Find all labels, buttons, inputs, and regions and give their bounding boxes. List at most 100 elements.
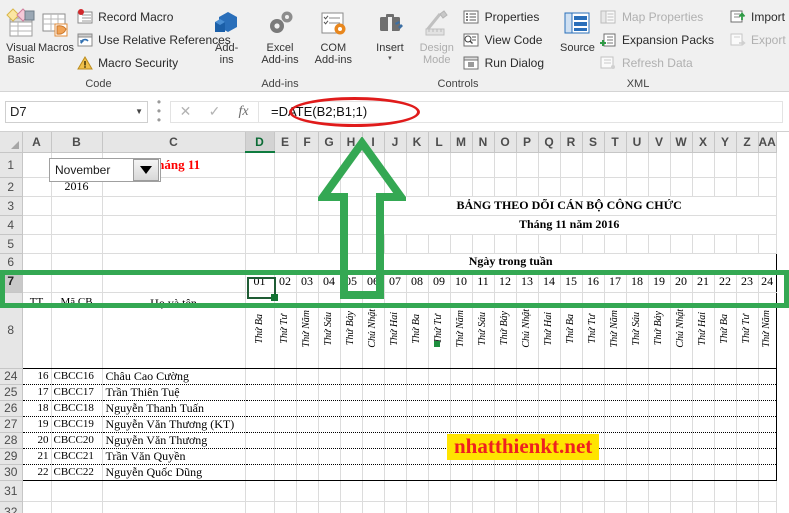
cell-O32[interactable]	[494, 501, 517, 513]
cell-B31[interactable]	[51, 480, 103, 502]
cell-S27[interactable]	[582, 416, 605, 433]
cell-F8[interactable]: Thứ Năm	[295, 292, 319, 369]
cell-V29[interactable]	[648, 448, 671, 465]
cell-I7[interactable]: 06	[361, 270, 385, 293]
cell-R32[interactable]	[560, 501, 583, 513]
cell-M8[interactable]: Thứ Năm	[449, 292, 473, 369]
cell-Y27[interactable]	[714, 416, 737, 433]
cell-F5[interactable]	[296, 234, 319, 254]
cell-S7[interactable]: 16	[581, 270, 605, 293]
row-header-26[interactable]: 26	[0, 400, 23, 417]
column-header-V[interactable]: V	[648, 132, 671, 153]
cell-B25-ma[interactable]: CBCC17	[50, 384, 103, 401]
cell-Q7[interactable]: 14	[537, 270, 561, 293]
row-header-1[interactable]: 1	[0, 152, 23, 178]
cell-W26[interactable]	[670, 400, 693, 417]
cell-T26[interactable]	[604, 400, 627, 417]
cell-M31[interactable]	[450, 480, 473, 502]
cell-Y5[interactable]	[714, 234, 737, 254]
cell-Q2[interactable]	[538, 177, 561, 197]
cell-O27[interactable]	[494, 416, 517, 433]
cell-R5[interactable]	[560, 234, 583, 254]
cell-E4[interactable]	[274, 215, 297, 235]
cell-A31[interactable]	[22, 480, 52, 502]
cell-N31[interactable]	[472, 480, 495, 502]
cell-P5[interactable]	[516, 234, 539, 254]
cell-AA8[interactable]: Thứ Năm	[757, 292, 777, 369]
cell-K8[interactable]: Thứ Ba	[405, 292, 429, 369]
cell-J8[interactable]: Thứ Hai	[383, 292, 407, 369]
cell-L1[interactable]	[428, 152, 451, 178]
cell-R1[interactable]	[560, 152, 583, 178]
cell-V31[interactable]	[648, 480, 671, 502]
cell-G31[interactable]	[318, 480, 341, 502]
cell-S26[interactable]	[582, 400, 605, 417]
column-header-R[interactable]: R	[560, 132, 583, 153]
cell-A25-tt[interactable]: 17	[21, 384, 52, 401]
column-header-Z[interactable]: Z	[736, 132, 759, 153]
cell-AA27[interactable]	[758, 416, 777, 433]
column-header-T[interactable]: T	[604, 132, 627, 153]
cell-U32[interactable]	[626, 501, 649, 513]
refresh-data-button[interactable]: Refresh Data	[598, 51, 719, 74]
column-header-K[interactable]: K	[406, 132, 429, 153]
column-header-P[interactable]: P	[516, 132, 539, 153]
cell-Y7[interactable]: 22	[713, 270, 737, 293]
cell-B30-ma[interactable]: CBCC22	[50, 464, 103, 481]
cell-AA1[interactable]	[758, 152, 777, 178]
row-header-24[interactable]: 24	[0, 368, 23, 385]
cell-I5[interactable]	[362, 234, 385, 254]
cell-L25[interactable]	[428, 384, 451, 401]
column-header-W[interactable]: W	[670, 132, 693, 153]
cell-I24[interactable]	[362, 368, 385, 385]
cell-O31[interactable]	[494, 480, 517, 502]
cell-V5[interactable]	[648, 234, 671, 254]
cell-Z27[interactable]	[736, 416, 759, 433]
cell-L26[interactable]	[428, 400, 451, 417]
cell-N2[interactable]	[472, 177, 495, 197]
cell-C30-name[interactable]: Nguyễn Quốc Dũng	[101, 464, 246, 481]
cell-AA5[interactable]	[758, 234, 777, 254]
cell-H26[interactable]	[340, 400, 363, 417]
cell-F28[interactable]	[296, 432, 319, 449]
cell-X32[interactable]	[692, 501, 715, 513]
cell-S24[interactable]	[582, 368, 605, 385]
cell-N1[interactable]	[472, 152, 495, 178]
cell-AA7[interactable]: 24	[757, 270, 777, 293]
cell-N7[interactable]: 11	[471, 270, 495, 293]
cell-E7[interactable]: 02	[273, 270, 297, 293]
cell-H3[interactable]	[340, 196, 363, 216]
cell-D3[interactable]	[245, 196, 275, 216]
formula-input[interactable]: =DATE(B2;B1;1)	[258, 100, 783, 123]
cell-B5[interactable]	[51, 234, 103, 254]
cell-I1[interactable]	[362, 152, 385, 178]
cell-F29[interactable]	[296, 448, 319, 465]
row-header-5[interactable]: 5	[0, 234, 23, 254]
cell-I29[interactable]	[362, 448, 385, 465]
cell-L32[interactable]	[428, 501, 451, 513]
cell-M24[interactable]	[450, 368, 473, 385]
cell-H25[interactable]	[340, 384, 363, 401]
cell-N26[interactable]	[472, 400, 495, 417]
cell-N25[interactable]	[472, 384, 495, 401]
cell-B26-ma[interactable]: CBCC18	[50, 400, 103, 417]
cell-C28-name[interactable]: Nguyễn Văn Thương	[101, 432, 246, 449]
cell-O24[interactable]	[494, 368, 517, 385]
properties-button[interactable]: Properties	[461, 5, 549, 28]
cell-M25[interactable]	[450, 384, 473, 401]
cell-L2[interactable]	[428, 177, 451, 197]
column-header-A[interactable]: A	[22, 132, 52, 153]
cell-F24[interactable]	[296, 368, 319, 385]
cell-D28[interactable]	[244, 432, 275, 449]
cell-C31[interactable]	[102, 480, 246, 502]
cell-AA26[interactable]	[758, 400, 777, 417]
column-header-H[interactable]: H	[340, 132, 363, 153]
cell-A1[interactable]	[22, 152, 52, 178]
cell-S1[interactable]	[582, 152, 605, 178]
cell-J29[interactable]	[384, 448, 407, 465]
cell-H31[interactable]	[340, 480, 363, 502]
cell-G3[interactable]	[318, 196, 341, 216]
cell-G28[interactable]	[318, 432, 341, 449]
cell-Z7[interactable]: 23	[735, 270, 759, 293]
cell-Z25[interactable]	[736, 384, 759, 401]
